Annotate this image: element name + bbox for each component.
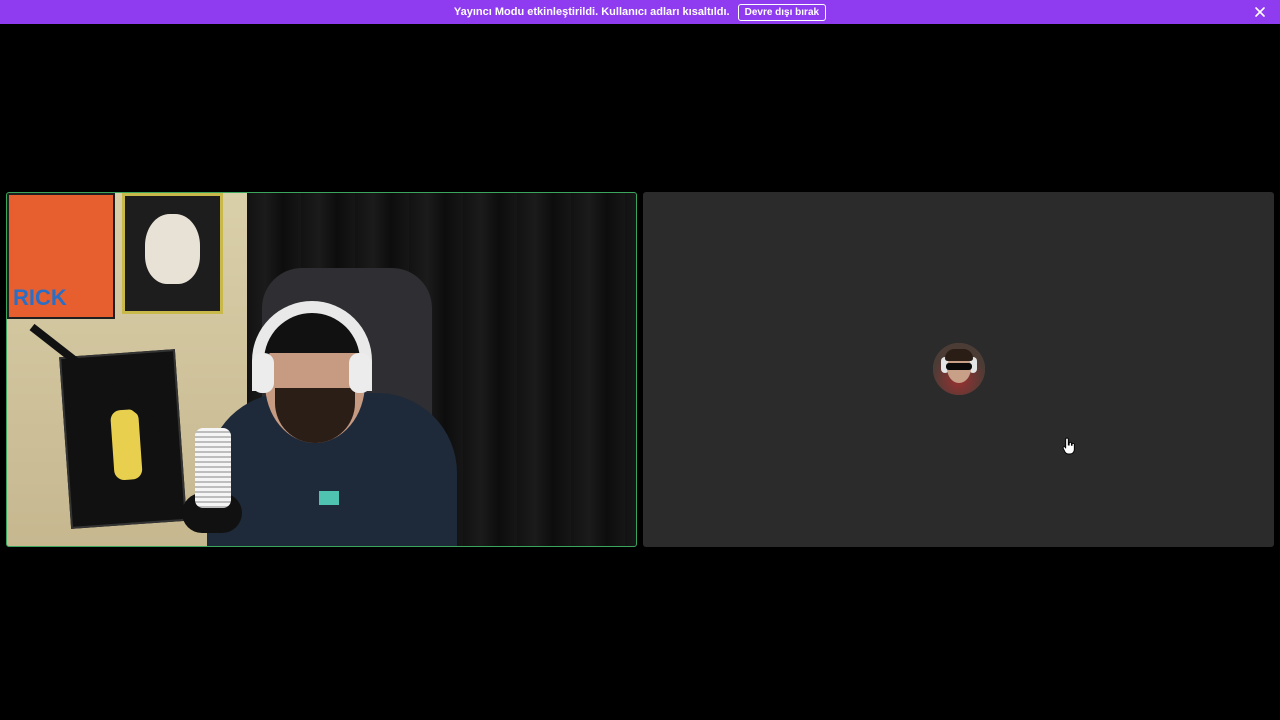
poster-face — [145, 214, 200, 284]
avatar-hair — [945, 349, 973, 361]
microphone — [195, 428, 231, 508]
close-icon[interactable] — [1252, 4, 1268, 20]
wall-poster-rick: RICK — [7, 193, 115, 319]
headphones-left-cup — [252, 353, 274, 393]
sweater-logo — [319, 491, 339, 505]
streamer-mode-notice-bar: Yayıncı Modu etkinleştirildi. Kullanıcı … — [0, 0, 1280, 24]
camera-feed: RICK — [7, 193, 636, 546]
headphones-right-cup — [349, 353, 371, 393]
stream-call-window: Yayıncı Modu etkinleştirildi. Kullanıcı … — [0, 0, 1280, 720]
streamer-mode-message: Yayıncı Modu etkinleştirildi. Kullanıcı … — [453, 6, 730, 18]
hand-pointer-cursor-icon — [1062, 437, 1076, 455]
poster-text: RICK — [13, 285, 67, 310]
disable-streamer-mode-button[interactable]: Devre dışı bırak — [737, 3, 827, 21]
wall-poster-portrait — [122, 193, 223, 314]
wall-poster-dark — [59, 349, 187, 529]
user-avatar — [933, 343, 985, 395]
video-tile-avatar[interactable] — [643, 192, 1274, 547]
poster-figure — [110, 408, 143, 481]
video-tile-camera[interactable]: RICK — [6, 192, 637, 547]
avatar-sunglasses — [946, 363, 972, 370]
